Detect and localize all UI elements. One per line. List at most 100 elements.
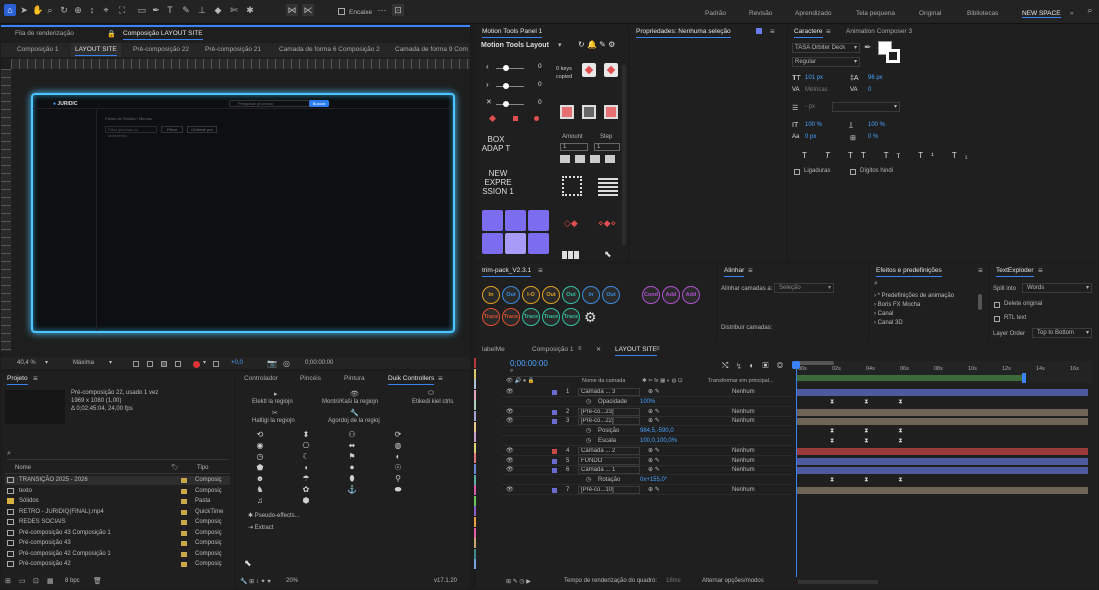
anchor-ml[interactable]: [482, 233, 503, 254]
zoom-select[interactable]: 40,4 %: [17, 360, 36, 366]
fill-color-swatch[interactable]: [560, 105, 574, 119]
controller-shape-icon[interactable]: ✿: [300, 485, 312, 495]
tab-layout-site[interactable]: LAYOUT SITE: [611, 343, 661, 357]
vertical-scale-value[interactable]: 100 %: [805, 122, 822, 128]
duik-footer-icons[interactable]: 🔧 ⊞ ↕ ✦ ♥: [240, 578, 271, 585]
layer-duration-bar[interactable]: [796, 457, 1088, 465]
trim-button[interactable]: Add: [682, 286, 700, 304]
trim-button[interactable]: In: [582, 286, 600, 304]
layer-switches[interactable]: ⊕ ✎: [648, 466, 660, 475]
tab-composicao-1[interactable]: Composição 1: [528, 343, 578, 357]
visibility-eye-icon[interactable]: 👁: [506, 447, 514, 456]
roto-tool-icon[interactable]: ✄: [228, 4, 240, 16]
layer-switches[interactable]: ⊕ ✎: [648, 408, 660, 417]
stroke-style-select[interactable]: ▾: [832, 102, 900, 112]
resolution-dropdown-icon[interactable]: ▾: [109, 359, 112, 366]
anchor-tl[interactable]: [482, 210, 503, 231]
layer-switches[interactable]: ⊕ ✎: [648, 457, 660, 466]
tab-motion-tools[interactable]: Motion Tools Panel 1: [478, 25, 546, 39]
col-layer-header[interactable]: Nome da camada: [582, 378, 625, 384]
rectangle-tool-icon[interactable]: ▭: [136, 4, 148, 16]
property-value[interactable]: 100%: [640, 398, 655, 407]
split-into-select[interactable]: Words ▾: [1022, 283, 1092, 293]
trim-button[interactable]: Cond: [642, 286, 660, 304]
label-color-chip[interactable]: [181, 551, 187, 557]
subtab-composicao-1[interactable]: Composição 1: [13, 43, 63, 57]
zoom-dropdown-icon[interactable]: ▾: [45, 359, 48, 366]
new-folder-icon[interactable]: ▭: [19, 577, 26, 585]
layer-order-select[interactable]: Top to Bottom ▾: [1032, 328, 1092, 338]
anchor-mr[interactable]: [528, 233, 549, 254]
tab-properties[interactable]: Propriedades: Nenhuma seleção: [632, 25, 735, 39]
controller-shape-icon[interactable]: ⬟: [254, 463, 266, 473]
interpret-footage-icon[interactable]: ⊞: [5, 577, 11, 585]
project-search-input[interactable]: ⌕: [7, 450, 229, 460]
duik-menu-icon[interactable]: ≡: [438, 374, 443, 383]
stamp-tool-icon[interactable]: ⊥: [196, 4, 208, 16]
kerning-value[interactable]: Métricas: [805, 87, 828, 93]
four-squares-icon[interactable]: [598, 176, 618, 196]
controller-shape-icon[interactable]: ☉: [392, 463, 404, 473]
label-color-chip[interactable]: [181, 478, 187, 483]
project-menu-icon[interactable]: ≡: [33, 374, 38, 383]
work-area-bar[interactable]: [796, 375, 1024, 381]
effects-item[interactable]: › Canal: [874, 310, 974, 319]
parent-select[interactable]: Nenhum: [732, 466, 755, 475]
stroke-color-swatch[interactable]: [582, 105, 596, 119]
tsume-value[interactable]: 0 %: [868, 134, 878, 140]
trim-button[interactable]: Trace: [522, 308, 540, 326]
col-type-header[interactable]: Tipo: [197, 465, 208, 471]
col-name-header[interactable]: Nome: [15, 465, 31, 471]
font-style-select[interactable]: Regular ▾: [792, 57, 860, 67]
orbit-tool-icon[interactable]: ⌖: [100, 4, 112, 16]
layer-label-chip[interactable]: [552, 419, 557, 425]
keyframe-marks[interactable]: ⧗⧗⧗: [830, 428, 933, 435]
layer-duration-bar[interactable]: [796, 447, 1088, 455]
controller-shape-icon[interactable]: ☂: [300, 474, 312, 484]
rtl-checkbox[interactable]: [994, 316, 1000, 322]
layer-label-chip[interactable]: [552, 390, 557, 395]
tab-caractere[interactable]: Caractere: [790, 25, 827, 39]
col-parent-header[interactable]: Transformar em principal...: [708, 378, 774, 384]
label-color-chip[interactable]: [181, 530, 187, 536]
controller-shape-icon[interactable]: ⏺: [346, 463, 358, 473]
controller-shape-icon[interactable]: ⚓: [346, 485, 358, 495]
stopwatch-icon[interactable]: ◷: [586, 427, 591, 436]
playhead[interactable]: [796, 361, 797, 587]
exposure-value[interactable]: +0,0: [231, 360, 243, 366]
parent-select[interactable]: Nenhum: [732, 447, 755, 456]
layer-switches[interactable]: ⊕ ✎: [648, 447, 660, 456]
trim-button[interactable]: Out: [502, 286, 520, 304]
controller-shape-icon[interactable]: ⬢: [300, 496, 312, 506]
tab-projeto[interactable]: Projeto: [3, 372, 32, 386]
controller-shape-icon[interactable]: ⬬: [392, 485, 404, 495]
easing-slider-1[interactable]: ‹ 0: [486, 62, 542, 72]
new-expression-button[interactable]: NEW EXPRE SSION 1: [481, 169, 515, 196]
workspace-tela-pequena[interactable]: Tela pequena: [856, 10, 895, 17]
layer-row[interactable]: 👁 6 Camada ... 1 ⊕ ✎ Nenhum: [502, 466, 792, 476]
controller-shape-icon[interactable]: ◉: [254, 441, 266, 451]
project-list-item[interactable]: Pré-composição 42 Composiç: [5, 560, 230, 569]
layer-duration-bar[interactable]: [796, 389, 1088, 396]
snap-options-icon[interactable]: ⋯: [376, 4, 388, 16]
easing-slider-3[interactable]: ✕ 0: [486, 99, 542, 108]
tab-controlador[interactable]: Controlador: [240, 372, 282, 386]
layer-duration-bar[interactable]: [796, 418, 1088, 426]
settings-gear-icon[interactable]: ⚙: [608, 40, 615, 49]
layer-row[interactable]: 👁 7 [Pré-co...10] ⊕ ✎ Nenhum: [502, 486, 792, 495]
property-row[interactable]: Rotação ◷ 0x+155,0°: [502, 476, 792, 486]
workspace-padrao[interactable]: Padrão: [705, 10, 726, 17]
eraser-tool-icon[interactable]: ◆: [212, 4, 224, 16]
duik-settings-button[interactable]: Agordoj de la regioj: [328, 418, 380, 424]
controller-shape-icon[interactable]: ⬍: [300, 430, 312, 440]
layer-row[interactable]: 👁 4 Camada ... 2 ⊕ ✎ Nenhum: [502, 446, 792, 456]
project-list-item[interactable]: REDES SOCIAIS Composiç: [5, 518, 230, 527]
subtab-camada-forma-6[interactable]: Camada de forma 6 Composição 2: [275, 43, 384, 57]
project-list-item[interactable]: RETRO - JURIDIQ(FINAL).mp4 QuickTime: [5, 508, 230, 517]
tab-pintura[interactable]: Pintura: [340, 372, 369, 386]
effects-item[interactable]: › Boris FX Mocha: [874, 301, 974, 310]
controller-shape-icon[interactable]: ⎔: [300, 441, 312, 451]
layer-duration-bar[interactable]: [796, 487, 1088, 494]
subtab-pre-comp-22[interactable]: Pré-composição 22: [129, 43, 193, 57]
visibility-eye-icon[interactable]: 👁: [506, 457, 514, 466]
